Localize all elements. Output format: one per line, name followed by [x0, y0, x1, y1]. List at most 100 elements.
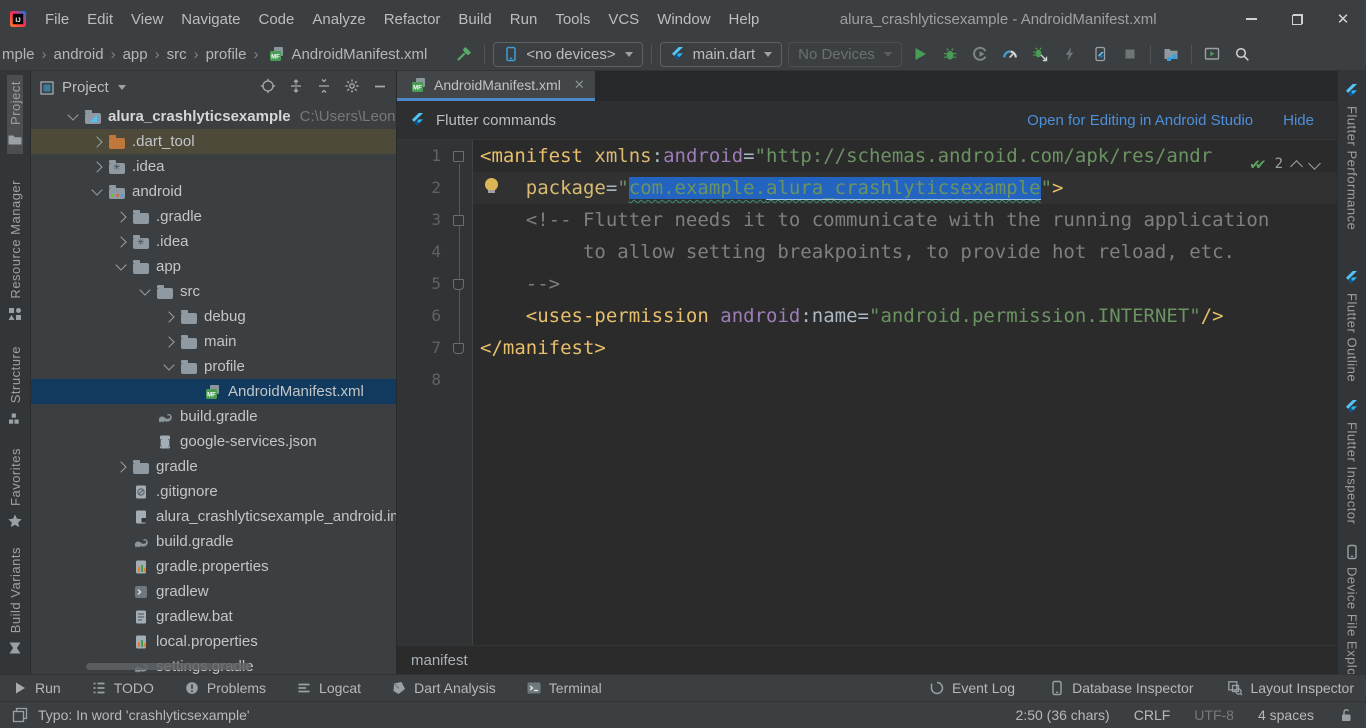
menu-run[interactable]: Run — [501, 8, 547, 31]
toolwindow-todo[interactable]: TODO — [91, 680, 154, 696]
stripe-tab-device-file-explorer[interactable]: Device File Explorer — [1344, 538, 1360, 674]
collapse-all-button[interactable] — [316, 78, 332, 98]
code-editor[interactable]: 1<manifest xmlns:android="http://schemas… — [397, 140, 1337, 645]
menu-tools[interactable]: Tools — [546, 8, 599, 31]
tree-item[interactable]: { }google-services.json — [31, 429, 396, 454]
expand-all-button[interactable] — [288, 78, 304, 98]
menu-navigate[interactable]: Navigate — [172, 8, 249, 31]
inspections-widget[interactable]: ✔✔ 2 — [1250, 148, 1319, 180]
tree-item[interactable]: profile — [31, 354, 396, 379]
tree-item[interactable]: gradle.properties — [31, 554, 396, 579]
restore-button[interactable] — [1274, 0, 1320, 38]
device-selector-dropdown[interactable]: <no devices> — [493, 42, 642, 67]
breadcrumb-item[interactable]: profile — [206, 46, 247, 63]
stripe-tab-flutter-outline[interactable]: Flutter Outline — [1344, 264, 1360, 388]
tree-item[interactable]: alura_crashlyticsexample_android.iml — [31, 504, 396, 529]
search-everywhere-button[interactable] — [1227, 40, 1257, 68]
tree-chevron-icon[interactable] — [65, 109, 81, 125]
tree-item[interactable]: alura_crashlyticsexampleC:\Users\Leonar — [31, 104, 396, 129]
tree-item[interactable]: android — [31, 179, 396, 204]
tree-chevron-icon[interactable] — [113, 209, 129, 225]
toolwindow-run[interactable]: Run — [12, 680, 61, 696]
prev-problem-icon[interactable] — [1290, 160, 1303, 173]
flutter-attach-button[interactable] — [1085, 40, 1115, 68]
stripe-tab-structure[interactable]: Structure — [7, 340, 23, 432]
tree-chevron-icon[interactable] — [89, 134, 105, 150]
toolwindow-database-inspector[interactable]: Database Inspector — [1049, 680, 1193, 696]
tree-chevron-icon[interactable] — [89, 159, 105, 175]
tree-item[interactable]: app — [31, 254, 396, 279]
tree-item[interactable]: gradlew — [31, 579, 396, 604]
code-line[interactable]: 3 <!-- Flutter needs it to communicate w… — [397, 204, 1337, 236]
tree-item[interactable]: .gradle — [31, 204, 396, 229]
breadcrumb-item[interactable]: src — [167, 46, 187, 63]
tree-chevron-icon[interactable] — [161, 334, 177, 350]
code-line[interactable]: 4 to allow setting breakpoints, to provi… — [397, 236, 1337, 268]
breadcrumb-item[interactable]: app — [123, 46, 148, 63]
tree-chevron-icon[interactable] — [137, 284, 153, 300]
tree-item[interactable]: .idea — [31, 229, 396, 254]
tree-chevron-icon[interactable] — [161, 359, 177, 375]
code-line[interactable]: 1<manifest xmlns:android="http://schemas… — [397, 140, 1337, 172]
stripe-tab-flutter-performance[interactable]: Flutter Performance — [1344, 77, 1360, 236]
toolwindow-event-log[interactable]: Event Log — [929, 680, 1015, 696]
stripe-tab-flutter-inspector[interactable]: Flutter Inspector — [1344, 393, 1360, 530]
debug-button[interactable] — [935, 40, 965, 68]
menu-code[interactable]: Code — [249, 8, 303, 31]
device-manager-button[interactable] — [1197, 40, 1227, 68]
menu-vcs[interactable]: VCS — [599, 8, 648, 31]
line-ending[interactable]: CRLF — [1134, 707, 1171, 723]
indent-setting[interactable]: 4 spaces — [1258, 707, 1314, 723]
tree-item[interactable]: build.gradle — [31, 404, 396, 429]
breadcrumb-file[interactable]: MFAndroidManifest.xml — [265, 46, 427, 63]
tool-window-switcher-icon[interactable] — [12, 707, 28, 723]
intention-bulb-icon[interactable] — [485, 178, 498, 191]
breadcrumb-item[interactable]: mple — [2, 46, 35, 63]
toolwindow-terminal[interactable]: Terminal — [526, 680, 602, 696]
tree-item[interactable]: src — [31, 279, 396, 304]
code-line[interactable]: 2 package="com.example.alura_crashlytics… — [397, 172, 1337, 204]
profile-button[interactable] — [965, 40, 995, 68]
tree-item[interactable]: gradle — [31, 454, 396, 479]
hide-banner-link[interactable]: Hide — [1283, 112, 1314, 129]
run-config-dropdown[interactable]: main.dart — [660, 42, 783, 67]
minimize-button[interactable] — [1228, 0, 1274, 38]
tree-chevron-icon[interactable] — [113, 234, 129, 250]
tree-chevron-icon[interactable] — [113, 259, 129, 275]
stripe-tab-build-variants[interactable]: Build Variants — [7, 541, 23, 662]
fold-marker-icon[interactable] — [453, 215, 464, 226]
tree-chevron-icon[interactable] — [161, 309, 177, 325]
tree-item[interactable]: .dart_tool — [31, 129, 396, 154]
stripe-tab-resource-manager[interactable]: Resource Manager — [7, 174, 23, 328]
tree-item[interactable]: .idea — [31, 154, 396, 179]
tree-item[interactable]: debug — [31, 304, 396, 329]
code-line[interactable]: 5 --> — [397, 268, 1337, 300]
tree-item[interactable]: gradlew.bat — [31, 604, 396, 629]
menu-view[interactable]: View — [122, 8, 172, 31]
menu-help[interactable]: Help — [720, 8, 769, 31]
code-line[interactable]: 6 <uses-permission android:name="android… — [397, 300, 1337, 332]
toolwindow-problems[interactable]: Problems — [184, 680, 266, 696]
settings-gear-button[interactable] — [344, 78, 360, 98]
build-hammer-button[interactable] — [449, 40, 479, 68]
file-encoding[interactable]: UTF-8 — [1194, 707, 1234, 723]
toolwindow-dart-analysis[interactable]: Dart Analysis — [391, 680, 496, 696]
code-line[interactable]: 8 — [397, 364, 1337, 396]
chevron-down-icon[interactable] — [118, 85, 126, 90]
toolwindow-layout-inspector[interactable]: Layout Inspector — [1227, 680, 1354, 696]
toolwindow-logcat[interactable]: Logcat — [296, 680, 361, 696]
tree-item[interactable]: main — [31, 329, 396, 354]
tree-item[interactable]: local.properties — [31, 629, 396, 654]
horizontal-scrollbar[interactable] — [86, 663, 251, 670]
menu-build[interactable]: Build — [449, 8, 500, 31]
code-line[interactable]: 7</manifest> — [397, 332, 1337, 364]
stripe-tab-favorites[interactable]: Favorites — [7, 442, 23, 535]
tree-item[interactable]: .gitignore — [31, 479, 396, 504]
tab-androidmanifest[interactable]: MF AndroidManifest.xml ✕ — [397, 71, 595, 101]
menu-refactor[interactable]: Refactor — [375, 8, 450, 31]
tree-item[interactable]: build.gradle — [31, 529, 396, 554]
run-button[interactable] — [905, 40, 935, 68]
menu-file[interactable]: File — [36, 8, 78, 31]
tree-chevron-icon[interactable] — [113, 459, 129, 475]
open-in-android-studio-link[interactable]: Open for Editing in Android Studio — [1027, 112, 1253, 129]
